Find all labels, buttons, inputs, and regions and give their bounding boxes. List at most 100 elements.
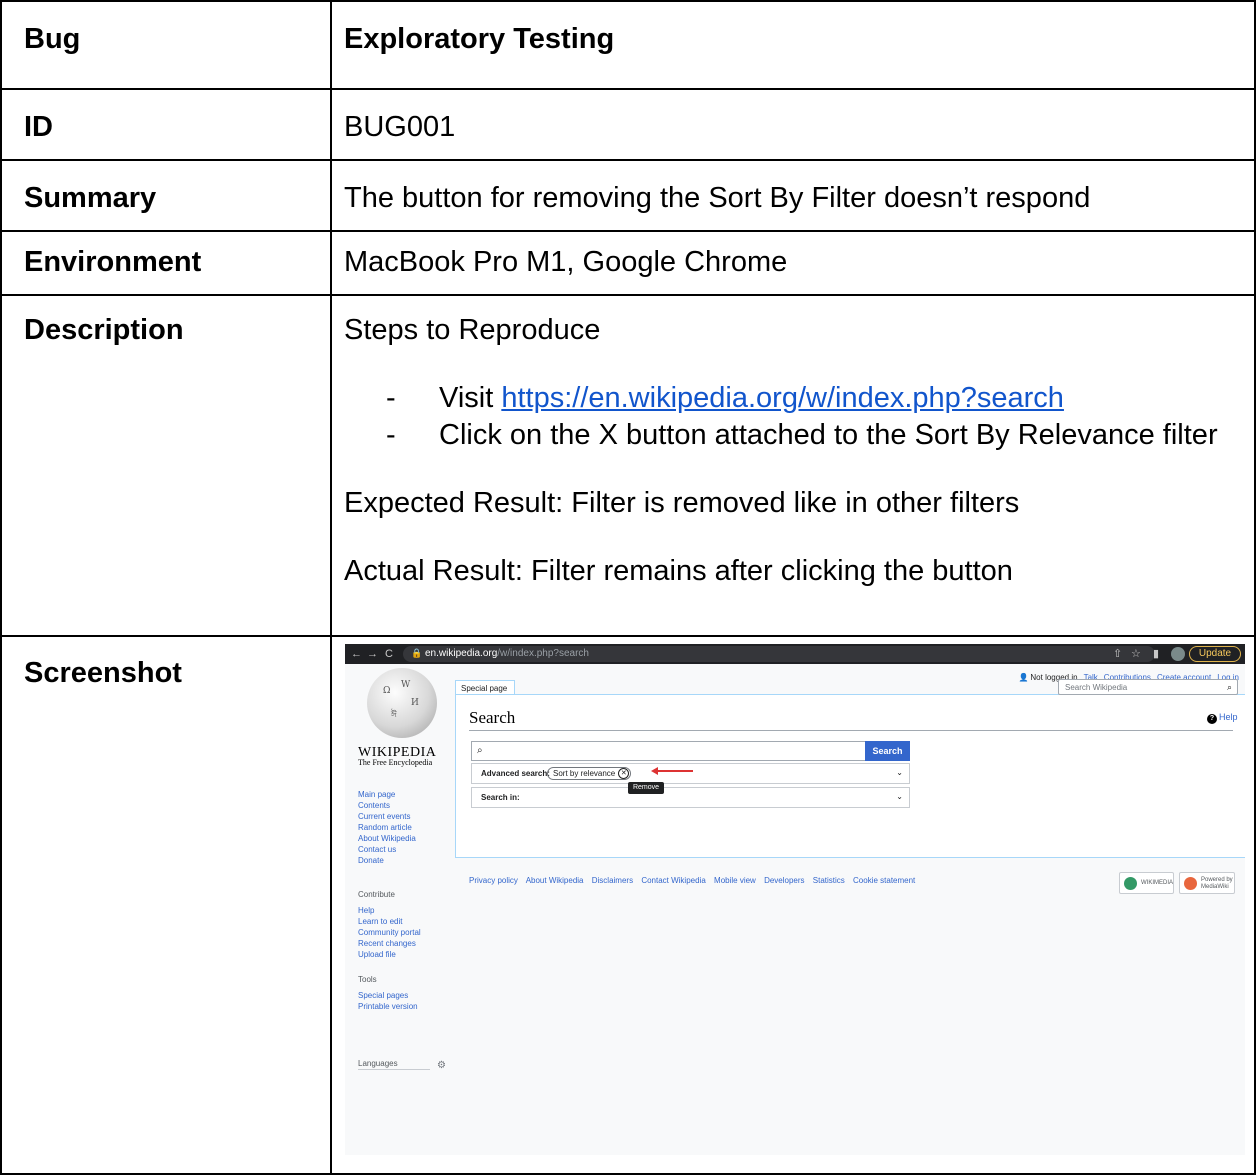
reload-icon[interactable]: C [385,647,393,661]
row-label-bug: Bug [0,0,332,90]
steps-list: - Visit https://en.wikipedia.org/w/index.… [344,380,1240,455]
wikimedia-project-badge[interactable]: WIKIMEDIA [1119,872,1174,894]
footer-link[interactable]: Contact Wikipedia [641,876,705,885]
search-placeholder: Search Wikipedia [1065,683,1128,692]
footer-link[interactable]: Statistics [813,876,845,885]
sidebar-tools: Tools Special pages Printable version [358,974,418,1012]
sidebar-heading: Contribute [358,890,395,899]
search-in-panel[interactable]: Search in: ⌄ [471,787,910,808]
step2-text: Click on the X button attached to the So… [439,419,1218,452]
sort-by-relevance-chip: Sort by relevance ✕ [547,767,632,780]
row-label-summary: Summary [0,159,332,232]
remove-tooltip: Remove [628,782,664,794]
sidebar-item[interactable]: Current events [358,811,416,822]
back-icon[interactable]: ← [351,647,362,661]
sidebar-navigation: Main page Contents Current events Random… [358,789,416,866]
lock-icon: 🔒 [411,648,423,658]
user-icon: 👤 [1018,673,1029,682]
row-value-summary: The button for removing the Sort By Filt… [330,159,1256,232]
forward-icon[interactable]: → [367,647,378,661]
footer-link[interactable]: Cookie statement [853,876,915,885]
step-dash: - [386,381,396,414]
divider [469,730,1233,731]
share-icon[interactable]: ⇧ [1113,647,1122,661]
sidebar-item[interactable]: Community portal [358,927,421,938]
update-button[interactable]: Update [1189,646,1241,662]
expected-result: Expected Result: Filter is removed like … [344,487,1020,520]
search-icon[interactable]: ⌕ [1227,682,1232,694]
sidebar-languages: Languages [358,1058,398,1069]
table-row: Bug Exploratory Testing [0,0,1256,90]
table-row: Screenshot ← → C 🔒 en.wikipedia.org/w/in… [0,635,1256,1175]
powered-by-mediawiki-badge[interactable]: Powered by MediaWiki [1179,872,1235,894]
wikipedia-search-link[interactable]: https://en.wikipedia.org/w/index.php?sea… [501,382,1064,414]
chevron-down-icon[interactable]: ⌄ [896,792,903,802]
sidebar-item[interactable]: Special pages [358,990,418,1001]
row-label-description: Description [0,294,332,637]
sidebar-item[interactable]: Contact us [358,844,416,855]
wikipedia-tagline: The Free Encyclopedia [358,758,433,767]
sidepanel-icon[interactable]: ▮ [1153,647,1159,661]
row-label-id: ID [0,88,332,161]
bug-report-table: Bug Exploratory Testing ID BUG001 Summar… [0,0,1256,1175]
footer-links: Privacy policy About Wikipedia Disclaime… [469,876,921,886]
advanced-search-panel[interactable]: Advanced search: Sort by relevance ✕ ⌄ [471,763,910,784]
search-wikipedia-input[interactable]: Search Wikipedia ⌕ [1058,679,1238,695]
step-item: - Visit https://en.wikipedia.org/w/index.… [344,380,1240,418]
gear-icon[interactable]: ⚙ [437,1059,446,1072]
search-icon: ⌕ [477,745,483,756]
sidebar-item[interactable]: Contents [358,800,416,811]
tab-special-page[interactable]: Special page [455,680,515,695]
row-label-environment: Environment [0,230,332,296]
sidebar-heading: Tools [358,975,377,984]
profile-avatar[interactable] [1171,647,1185,661]
step1-prefix: Visit [439,381,502,414]
row-value-bug: Exploratory Testing [330,0,1256,90]
sidebar-item[interactable]: Main page [358,789,416,800]
sidebar-item[interactable]: About Wikipedia [358,833,416,844]
remove-filter-close-icon[interactable]: ✕ [618,768,630,779]
row-value-id: BUG001 [330,88,1256,161]
url-domain: en.wikipedia.org [425,648,498,659]
sidebar-item[interactable]: Recent changes [358,938,421,949]
wikimedia-logo-icon [1124,877,1137,890]
chevron-down-icon[interactable]: ⌄ [896,768,903,778]
row-value-description: Steps to Reproduce - Visit https://en.wik… [330,294,1256,637]
help-link[interactable]: ? Help [1207,712,1238,724]
footer-link[interactable]: Privacy policy [469,876,518,885]
sidebar-contribute: Contribute Help Learn to edit Community … [358,889,421,960]
table-row: Summary The button for removing the Sort… [0,159,1256,232]
row-label-screenshot: Screenshot [0,635,332,1175]
page-title: Search [469,708,516,727]
table-row: ID BUG001 [0,88,1256,161]
sidebar-item[interactable]: Random article [358,822,416,833]
wikipedia-globe-logo[interactable]: ΩWИঈ [367,668,437,738]
address-bar[interactable]: 🔒 en.wikipedia.org/w/index.php?search [403,646,1155,662]
sidebar-item[interactable]: Learn to edit [358,916,421,927]
url-path: /w/index.php?search [497,648,589,659]
table-row: Description Steps to Reproduce - Visit ht… [0,294,1256,637]
footer-link[interactable]: Mobile view [714,876,756,885]
sidebar-item[interactable]: Donate [358,855,416,866]
steps-heading: Steps to Reproduce [344,314,601,346]
step-item: - Click on the X button attached to the S… [344,417,1240,455]
row-value-environment: MacBook Pro M1, Google Chrome [330,230,1256,296]
sidebar-item[interactable]: Help [358,905,421,916]
search-button[interactable]: Search [865,741,910,761]
actual-result: Actual Result: Filter remains after clic… [344,554,1013,587]
embedded-screenshot: ← → C 🔒 en.wikipedia.org/w/index.php?sea… [345,644,1245,1155]
star-icon[interactable]: ☆ [1131,647,1141,661]
divider [358,1069,430,1070]
footer-link[interactable]: Disclaimers [592,876,633,885]
step-dash: - [386,419,396,452]
search-input[interactable]: ⌕ [471,741,867,761]
sidebar-item[interactable]: Upload file [358,949,421,960]
mediawiki-logo-icon [1184,877,1197,890]
browser-toolbar: ← → C 🔒 en.wikipedia.org/w/index.php?sea… [345,644,1245,664]
footer-link[interactable]: About Wikipedia [526,876,584,885]
footer-link[interactable]: Developers [764,876,804,885]
sidebar-item[interactable]: Printable version [358,1001,418,1012]
annotation-arrow [657,770,693,772]
help-icon: ? [1207,714,1217,724]
row-value-screenshot: ← → C 🔒 en.wikipedia.org/w/index.php?sea… [330,635,1256,1175]
